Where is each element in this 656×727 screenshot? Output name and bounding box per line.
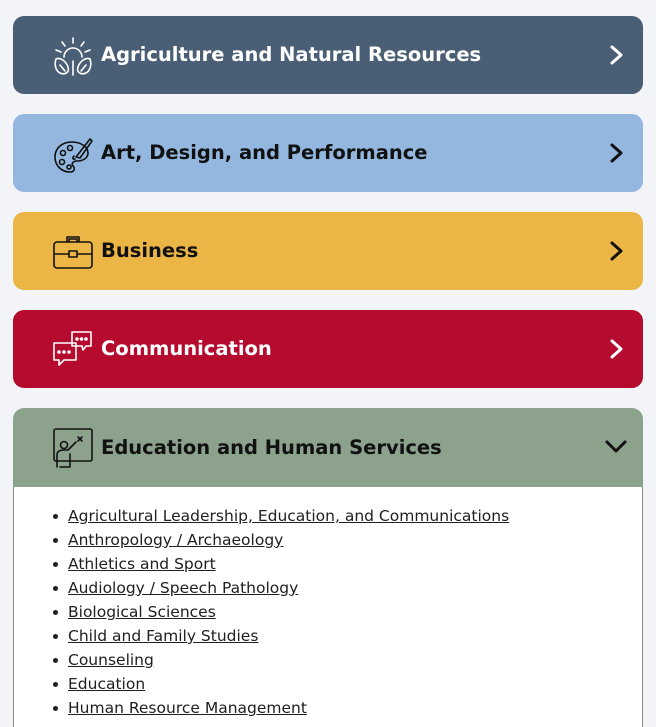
panel-title: Art, Design, and Performance	[101, 141, 428, 164]
panel-title: Education and Human Services	[101, 436, 442, 459]
list-item: Agricultural Leadership, Education, and …	[52, 504, 509, 528]
education-panel-content: Agricultural Leadership, Education, and …	[13, 487, 643, 727]
program-link[interactable]: Audiology / Speech Pathology	[68, 579, 298, 597]
degree-category-accordion: Agriculture and Natural Resources Art, D…	[0, 0, 656, 727]
panel-title: Business	[101, 239, 199, 262]
program-link[interactable]: Human Resource Management	[68, 699, 307, 717]
program-link[interactable]: Counseling	[68, 651, 154, 669]
panel-agriculture[interactable]: Agriculture and Natural Resources	[13, 16, 643, 94]
program-link[interactable]: Biological Sciences	[68, 603, 216, 621]
list-item: Education	[52, 672, 509, 696]
program-link[interactable]: Education	[68, 675, 145, 693]
chevron-right-icon	[610, 339, 623, 359]
program-link[interactable]: Anthropology / Archaeology	[68, 531, 283, 549]
list-item: Human Resource Management	[52, 696, 509, 720]
panel-education-human-services[interactable]: Education and Human Services	[13, 408, 643, 487]
list-item: Counseling	[52, 648, 509, 672]
panel-title: Agriculture and Natural Resources	[101, 43, 482, 66]
program-link[interactable]: Child and Family Studies	[68, 627, 258, 645]
panel-business[interactable]: Business	[13, 212, 643, 290]
panel-art-design-performance[interactable]: Art, Design, and Performance	[13, 114, 643, 192]
program-link-list: Agricultural Leadership, Education, and …	[52, 504, 509, 720]
panel-communication[interactable]: Communication	[13, 310, 643, 388]
panel-title: Communication	[101, 337, 272, 360]
program-link[interactable]: Agricultural Leadership, Education, and …	[68, 507, 509, 525]
chat-bubbles-icon	[53, 331, 92, 366]
chevron-right-icon	[610, 241, 623, 261]
plant-sun-icon	[54, 37, 92, 76]
chevron-down-icon	[605, 440, 627, 453]
list-item: Athletics and Sport	[52, 552, 509, 576]
chevron-right-icon	[610, 45, 623, 65]
briefcase-icon	[53, 236, 93, 269]
list-item: Anthropology / Archaeology	[52, 528, 509, 552]
palette-icon	[54, 138, 93, 173]
list-item: Audiology / Speech Pathology	[52, 576, 509, 600]
teacher-board-icon	[53, 428, 93, 468]
chevron-right-icon	[610, 143, 623, 163]
program-link[interactable]: Athletics and Sport	[68, 555, 216, 573]
list-item: Biological Sciences	[52, 600, 509, 624]
list-item: Child and Family Studies	[52, 624, 509, 648]
